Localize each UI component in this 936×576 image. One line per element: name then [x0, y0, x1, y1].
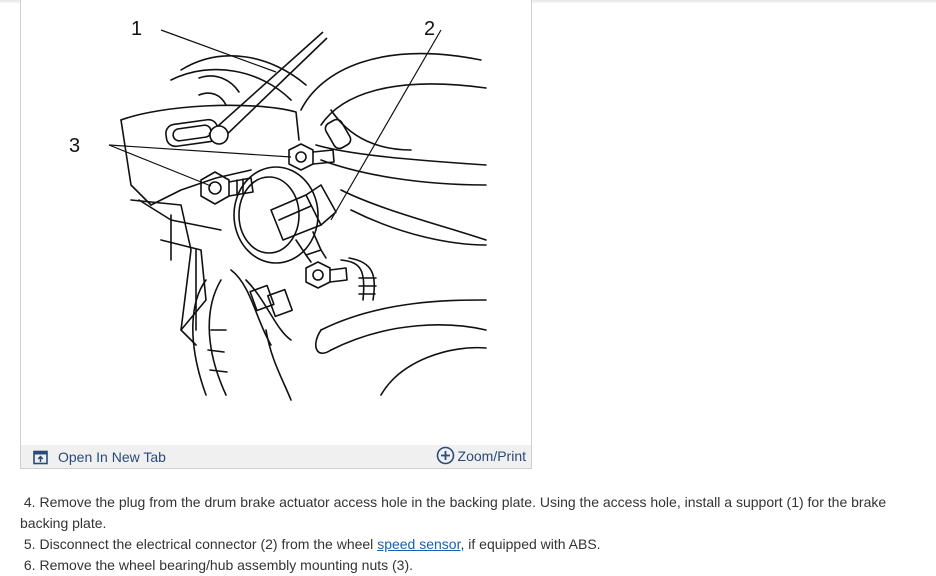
step-text: Remove the wheel bearing/hub assembly mo… [39, 557, 414, 573]
open-in-new-tab-button[interactable]: Open In New Tab [33, 449, 166, 465]
figure-card: 1 2 3 Open In New Tab Zoom/Print [20, 0, 532, 469]
step-text: Remove the plug from the drum brake actu… [20, 494, 887, 531]
technical-illustration: 1 2 3 [21, 0, 531, 445]
figure-toolbar: Open In New Tab Zoom/Print [21, 445, 531, 468]
callout-2: 2 [424, 18, 435, 40]
step-item: 4. Remove the plug from the drum brake a… [20, 494, 887, 531]
wheel-bearing-diagram: 1 2 3 [69, 18, 487, 401]
zoom-plus-icon [436, 446, 454, 465]
callout-3: 3 [69, 135, 80, 157]
step-item: 6. Remove the wheel bearing/hub assembly… [23, 557, 414, 573]
step-text: Disconnect the electrical connector (2) … [39, 536, 374, 552]
procedure-steps: 4. Remove the plug from the drum brake a… [20, 492, 920, 576]
open-new-tab-icon [33, 450, 48, 464]
open-in-new-tab-label: Open In New Tab [58, 449, 166, 465]
callout-1: 1 [131, 18, 142, 40]
speed-sensor-link[interactable]: speed sensor [377, 536, 460, 552]
step-item: 5. Disconnect the electrical connector (… [23, 536, 601, 552]
zoom-print-label: Zoom/Print [457, 447, 526, 464]
zoom-print-button[interactable]: Zoom/Print [436, 446, 526, 465]
